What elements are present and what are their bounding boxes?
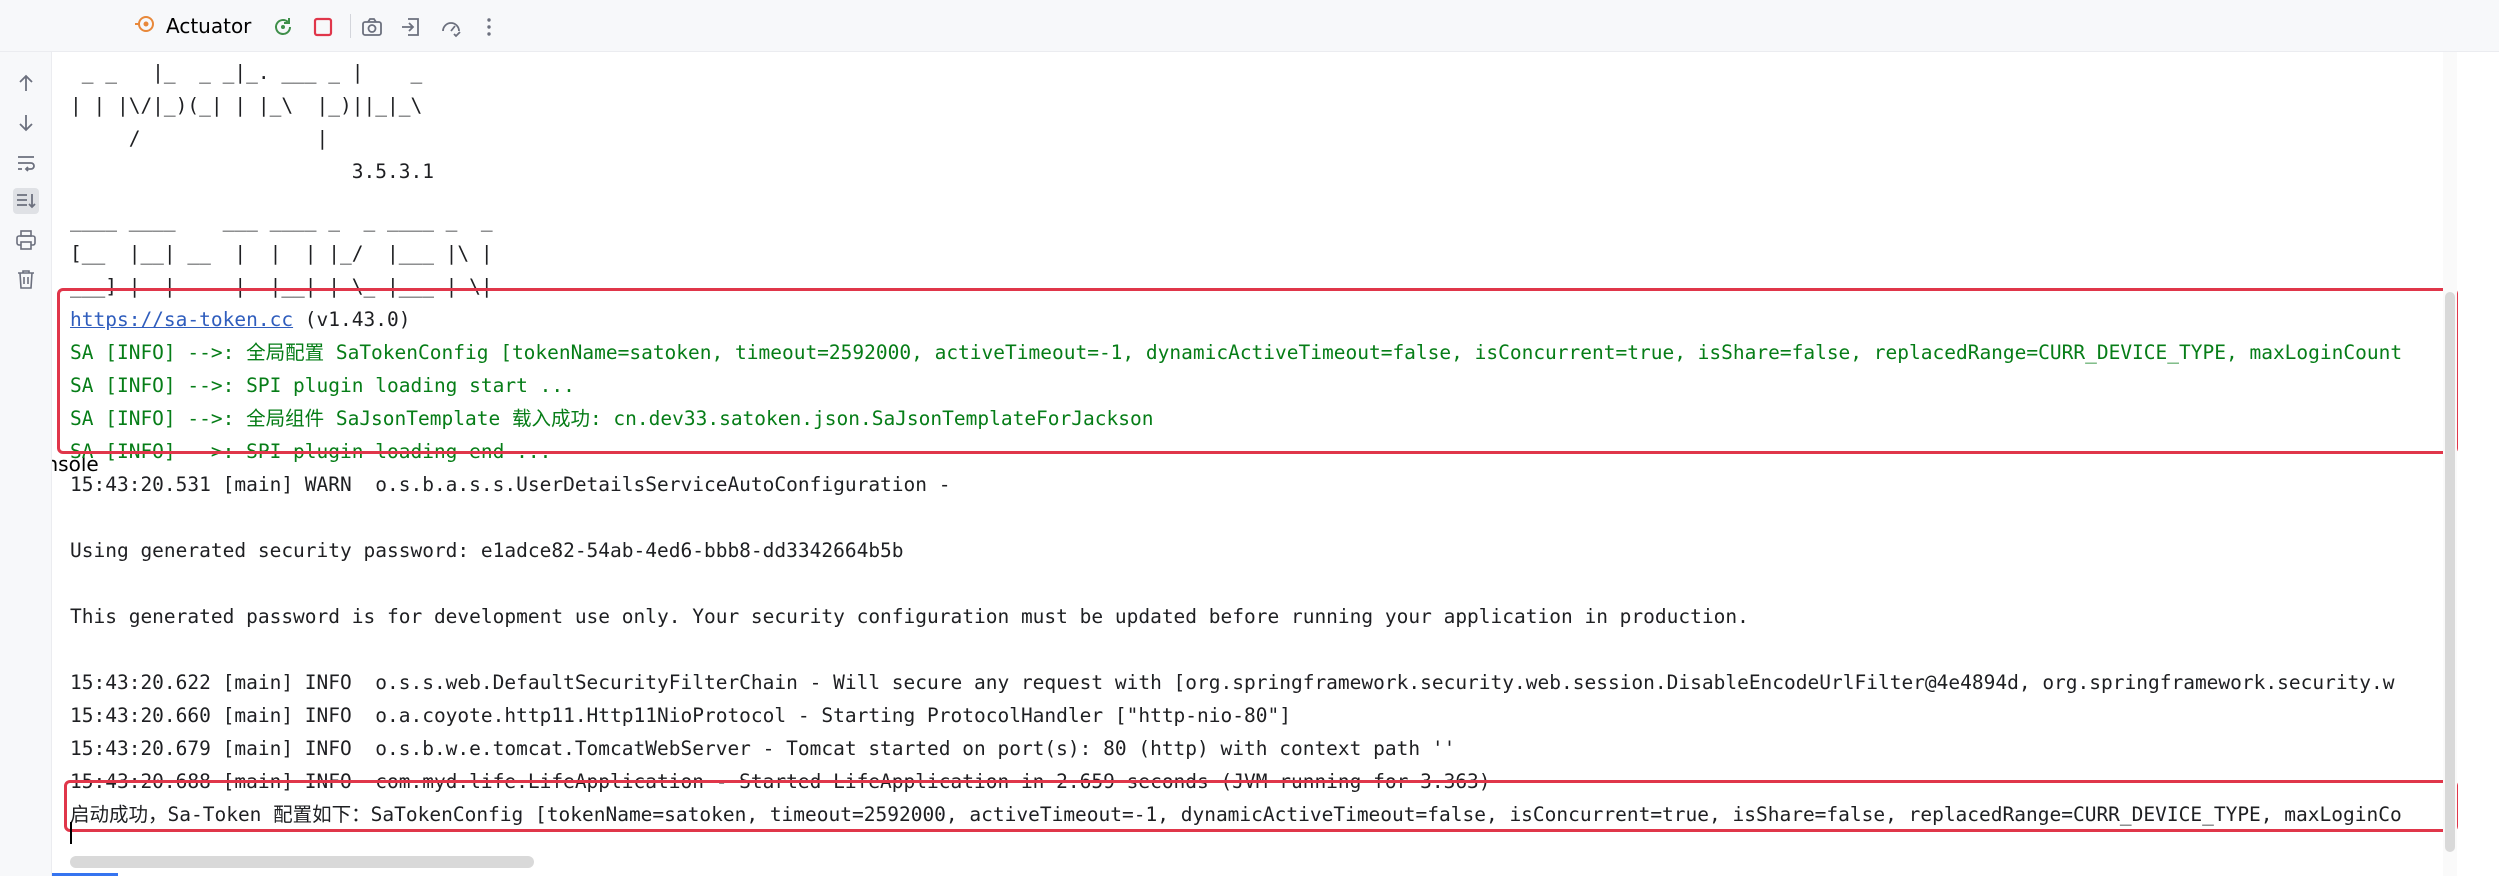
scroll-to-end-icon[interactable] — [13, 188, 39, 214]
highlight-box-satoken-logs — [57, 288, 2458, 454]
log-line: 15:43:20.660 [main] INFO o.a.coyote.http… — [70, 704, 1291, 727]
performance-icon[interactable] — [438, 14, 464, 40]
log-line: 15:43:20.679 [main] INFO o.s.b.w.e.tomca… — [70, 737, 1456, 760]
banner-line: [__ |__| __ | | | |_/ |___ |\ | — [70, 242, 493, 265]
log-line: 15:43:20.622 [main] INFO o.s.s.web.Defau… — [70, 671, 2395, 694]
log-line: This generated password is for developme… — [70, 605, 1749, 628]
arrow-down-icon[interactable] — [13, 110, 39, 136]
rerun-icon[interactable] — [270, 14, 296, 40]
stop-icon[interactable] — [310, 14, 336, 40]
vertical-scrollbar[interactable] — [2443, 52, 2457, 876]
horizontal-scrollbar-thumb[interactable] — [70, 856, 534, 868]
banner-line: | | |\/|_)(_| | |_\ |_)||_|_\ — [70, 94, 423, 117]
console-side-toolbar — [0, 52, 52, 876]
exit-icon[interactable] — [398, 14, 424, 40]
toolbar-separator — [350, 14, 351, 38]
tab-actuator-label: Actuator — [166, 14, 252, 38]
screenshot-icon[interactable] — [359, 14, 385, 40]
print-icon[interactable] — [13, 227, 39, 253]
banner-line: _ _ |_ _ _|_. ___ _ | _ — [70, 61, 423, 84]
log-line: Using generated security password: e1adc… — [70, 539, 904, 562]
banner-version-line: 3.5.3.1 — [70, 160, 434, 183]
console-output[interactable]: _ _ |_ _ _|_. ___ _ | _ | | |\/|_)(_| | … — [53, 52, 2443, 876]
vertical-scrollbar-thumb[interactable] — [2445, 292, 2455, 852]
banner-line: / | — [70, 127, 329, 150]
tool-window-header: Console Actuator — [0, 0, 2499, 876]
soft-wrap-icon[interactable] — [13, 150, 39, 176]
log-line: 15:43:20.531 [main] WARN o.s.b.a.s.s.Use… — [70, 473, 951, 496]
arrow-up-icon[interactable] — [13, 70, 39, 96]
highlight-box-startup-line — [64, 780, 2458, 832]
banner-line: ____ ____ ___ ____ _ _ ____ _ _ — [70, 209, 493, 232]
tab-actuator[interactable]: Actuator — [134, 0, 251, 52]
more-icon[interactable] — [476, 14, 502, 40]
text-caret — [70, 822, 72, 844]
actuator-icon — [134, 13, 156, 40]
trash-icon[interactable] — [13, 266, 39, 292]
